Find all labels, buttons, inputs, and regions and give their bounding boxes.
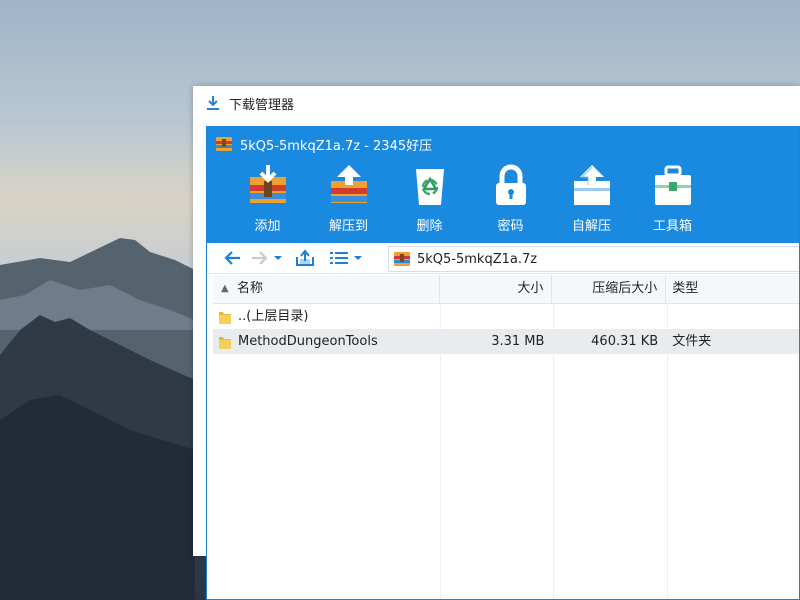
file-type: 文件夹 (672, 334, 712, 349)
column-header-type[interactable]: 类型 (666, 275, 799, 303)
watermark-brand: Bai 经验 (612, 533, 742, 568)
file-size (440, 304, 553, 329)
self-extract-button[interactable]: 自解压 (551, 163, 632, 241)
navigation-bar: 5kQ5-5mkqZ1a.7z (207, 243, 799, 274)
extract-to-button-label: 解压到 (328, 219, 368, 234)
extract-icon (330, 165, 367, 203)
forward-button[interactable] (247, 246, 271, 270)
archive-titlebar: 5kQ5-5mkqZ1a.7z - 2345好压 (207, 127, 799, 161)
baidu-jingyan-watermark: Bai 经验 jingyan.baidu.com (612, 515, 782, 585)
file-compressed-size: 460.31 KB (591, 334, 659, 349)
address-path: 5kQ5-5mkqZ1a.7z (417, 251, 538, 267)
toolbox-button[interactable]: 工具箱 (632, 163, 713, 241)
address-bar[interactable]: 5kQ5-5mkqZ1a.7z (388, 246, 799, 272)
archive-header: 5kQ5-5mkqZ1a.7z - 2345好压 添加 解压到 删除 密码 自解… (207, 127, 799, 243)
column-header-size[interactable]: 大小 (440, 275, 553, 303)
extract-to-button[interactable]: 解压到 (308, 163, 389, 241)
recycle-bin-icon (415, 169, 444, 205)
history-dropdown[interactable] (271, 246, 285, 270)
folder-icon (219, 336, 231, 349)
up-folder-icon (296, 249, 314, 266)
back-button[interactable] (221, 246, 245, 270)
column-header-compressed-size-label: 压缩后大小 (592, 281, 658, 296)
view-mode-button[interactable] (327, 246, 351, 270)
folder-icon (219, 311, 231, 324)
archive-app-icon (216, 137, 232, 151)
download-manager-title: 下载管理器 (229, 97, 295, 113)
archive-file-icon (394, 252, 410, 266)
column-header-row: ▲ 名称 大小 压缩后大小 类型 (213, 275, 799, 304)
column-header-type-label: 类型 (672, 281, 699, 296)
file-size: 3.31 MB (491, 334, 545, 349)
archive-toolbar: 添加 解压到 删除 密码 自解压 工具箱 (227, 163, 713, 241)
archive-window-title: 5kQ5-5mkqZ1a.7z - 2345好压 (240, 138, 433, 154)
lock-icon (495, 164, 526, 205)
toolbox-icon (654, 165, 691, 205)
delete-button[interactable]: 删除 (389, 163, 470, 241)
watermark-url: jingyan.baidu.com (612, 567, 740, 581)
add-button-label: 添加 (254, 219, 281, 234)
chevron-down-icon (354, 256, 362, 260)
sort-up-icon: ▲ (221, 283, 229, 294)
password-button-label: 密码 (497, 219, 524, 234)
column-header-size-label: 大小 (517, 281, 544, 296)
table-row[interactable]: MethodDungeonTools 3.31 MB 460.31 KB 文件夹 (213, 329, 799, 354)
file-name: MethodDungeonTools (238, 334, 378, 349)
delete-button-label: 删除 (416, 219, 443, 234)
download-manager-titlebar: 下载管理器 (193, 86, 800, 120)
chevron-down-icon (274, 256, 282, 260)
file-name-cell: ..(上层目录) (213, 304, 440, 329)
file-name-cell: MethodDungeonTools (213, 329, 440, 354)
add-archive-icon (249, 165, 286, 203)
file-name: ..(上层目录) (238, 309, 309, 324)
column-header-compressed-size[interactable]: 压缩后大小 (552, 275, 667, 303)
list-view-icon (330, 252, 348, 264)
back-arrow-icon (224, 251, 240, 265)
add-button[interactable]: 添加 (227, 163, 308, 241)
download-icon (207, 96, 219, 110)
column-header-name-label: 名称 (237, 281, 264, 296)
password-button[interactable]: 密码 (470, 163, 551, 241)
up-level-button[interactable] (293, 246, 317, 270)
toolbox-button-label: 工具箱 (652, 219, 692, 234)
self-extract-icon (573, 165, 610, 205)
self-extract-button-label: 自解压 (571, 219, 611, 234)
column-header-name[interactable]: ▲ 名称 (213, 275, 440, 303)
view-mode-dropdown[interactable] (351, 246, 365, 270)
forward-arrow-icon (252, 251, 268, 265)
table-row[interactable]: ..(上层目录) (213, 304, 799, 329)
file-type (666, 304, 799, 329)
file-compressed-size (552, 304, 666, 329)
